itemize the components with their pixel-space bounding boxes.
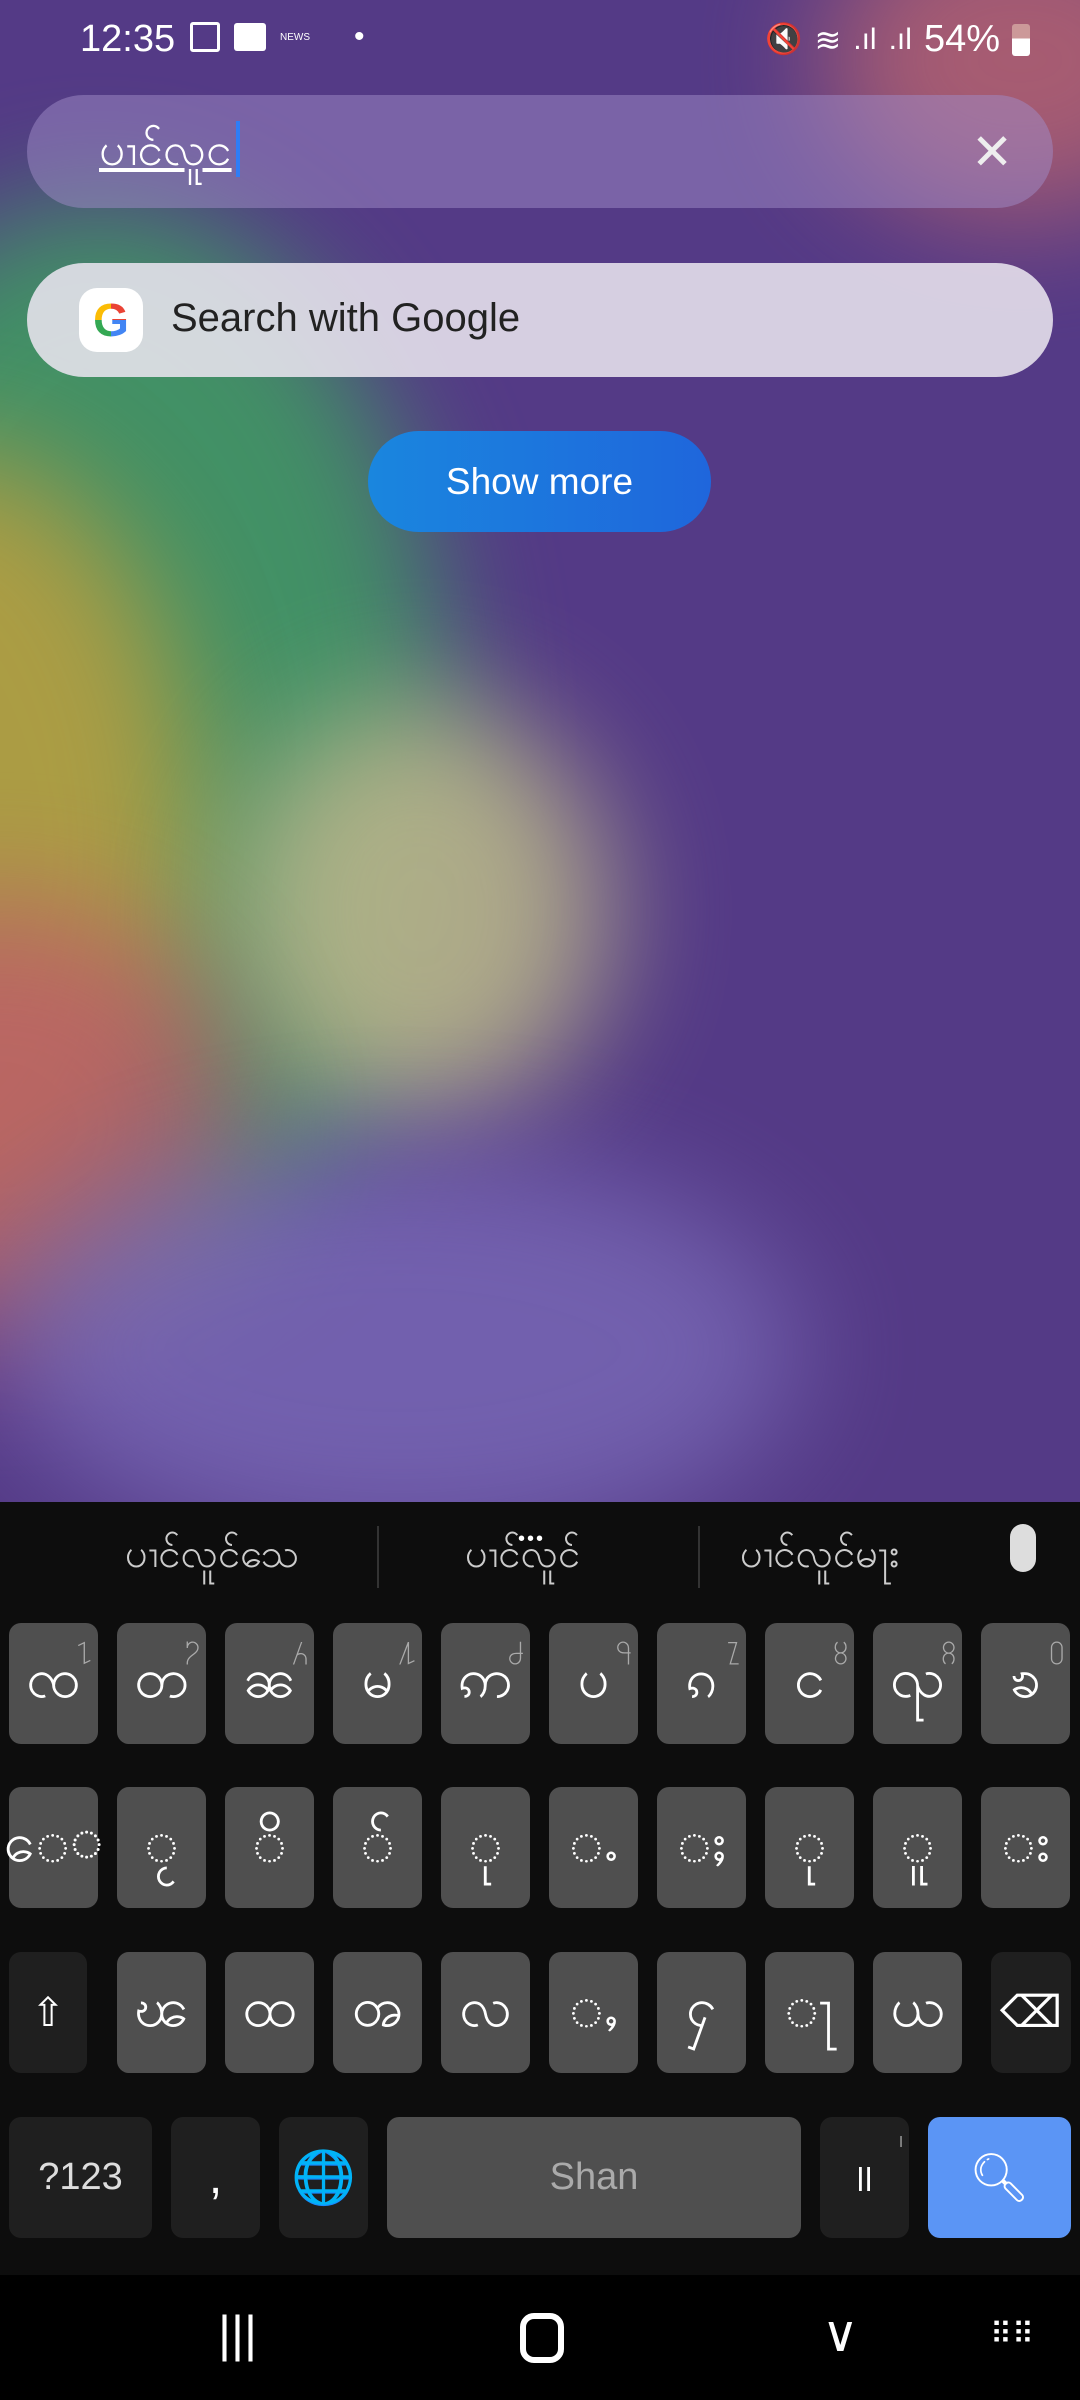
backspace-key[interactable]: ⌫ bbox=[991, 1952, 1071, 2073]
show-more-button[interactable]: Show more bbox=[368, 431, 711, 532]
wifi-icon: ≋ bbox=[814, 21, 842, 58]
home-button[interactable] bbox=[520, 2313, 564, 2363]
search-input[interactable]: ပၢင်လူင ✕ bbox=[27, 95, 1053, 208]
google-logo-icon: G bbox=[79, 288, 143, 352]
suggestion-item[interactable]: ပၢင်လူင်သေ bbox=[125, 1528, 299, 1587]
key[interactable]: ၶ႐ bbox=[981, 1623, 1070, 1744]
comma-key[interactable]: , bbox=[171, 2117, 260, 2238]
key[interactable]: ၵ႗ bbox=[657, 1623, 746, 1744]
key[interactable]: ◌ႂ bbox=[117, 1787, 206, 1908]
shift-key[interactable]: ⇧ bbox=[9, 1952, 87, 2073]
key[interactable]: ◌ႇ bbox=[549, 1952, 638, 2073]
key[interactable]: ယ bbox=[873, 1952, 962, 2073]
search-with-google-label: Search with Google bbox=[171, 296, 521, 340]
bbc-news-icon: NEWS bbox=[280, 31, 310, 43]
battery-level: 54% bbox=[923, 18, 1000, 60]
wallpaper bbox=[0, 0, 1080, 1502]
key[interactable]: ထ bbox=[225, 1952, 314, 2073]
keyboard-switch-icon[interactable]: ⠿⠿ bbox=[990, 2317, 1034, 2352]
key[interactable]: ေ◌ bbox=[4, 1787, 103, 1908]
key[interactable]: ◌် bbox=[333, 1787, 422, 1908]
more-suggestions-indicator[interactable]: ••• bbox=[518, 1528, 545, 1551]
key[interactable]: ◌ူ bbox=[873, 1787, 962, 1908]
search-key[interactable]: 🔍︎ bbox=[928, 2117, 1071, 2238]
divider bbox=[377, 1526, 379, 1588]
recents-button[interactable]: ||| bbox=[218, 2305, 257, 2363]
key[interactable]: တ႒ bbox=[117, 1623, 206, 1744]
message-icon bbox=[234, 23, 266, 51]
signal-icon: .ıl bbox=[853, 22, 877, 56]
key[interactable]: ႁ bbox=[657, 1952, 746, 2073]
key[interactable]: ဢ႕ bbox=[441, 1623, 530, 1744]
key[interactable]: ◌ႃ bbox=[765, 1952, 854, 2073]
backspace-icon: ⌫ bbox=[999, 1988, 1063, 2037]
hide-keyboard-button[interactable]: ∨ bbox=[822, 2305, 859, 2363]
language-key[interactable]: 🌐 bbox=[279, 2117, 368, 2238]
key[interactable]: ပ႖ bbox=[549, 1623, 638, 1744]
navigation-bar: ||| ∨ ⠿⠿ bbox=[0, 2275, 1080, 2400]
key[interactable]: ၺ႙ bbox=[873, 1623, 962, 1744]
key[interactable]: င႘ bbox=[765, 1623, 854, 1744]
dot-icon: • bbox=[354, 20, 365, 53]
key[interactable]: ၽ bbox=[117, 1952, 206, 2073]
search-icon: 🔍︎ bbox=[969, 2152, 1030, 2205]
signal-icon: .ıl bbox=[888, 22, 912, 56]
close-icon[interactable]: ✕ bbox=[971, 123, 1013, 181]
key[interactable]: မ႔ bbox=[333, 1623, 422, 1744]
space-key[interactable]: Shan bbox=[387, 2117, 801, 2238]
key[interactable]: ◌ႉ bbox=[549, 1787, 638, 1908]
key[interactable]: ၸ႑ bbox=[9, 1623, 98, 1744]
key[interactable]: လ bbox=[441, 1952, 530, 2073]
search-query[interactable]: ပၢင်လူင bbox=[99, 121, 240, 177]
globe-icon: 🌐 bbox=[291, 2149, 356, 2207]
key[interactable]: ၼ႓ bbox=[225, 1623, 314, 1744]
suggestion-bar: ပၢင်လူင်သေ ပၢင်လူင် ••• ပၢင်လူင်မႃး bbox=[0, 1502, 1080, 1610]
key[interactable]: ၻ bbox=[333, 1952, 422, 2073]
microphone-icon[interactable] bbox=[1010, 1524, 1036, 1572]
gallery-icon bbox=[190, 22, 220, 52]
divider bbox=[698, 1526, 700, 1588]
key[interactable]: ◌ု bbox=[765, 1787, 854, 1908]
search-with-google-button[interactable]: G Search with Google bbox=[27, 263, 1053, 377]
mute-vibrate-icon: 🔇 bbox=[765, 23, 803, 56]
key[interactable]: ◌ု bbox=[441, 1787, 530, 1908]
suggestion-item[interactable]: ပၢင်လူင်မႃး bbox=[740, 1528, 899, 1587]
section-mark-key[interactable]: ။၊ bbox=[820, 2117, 909, 2238]
keyboard: ပၢင်လူင်သေ ပၢင်လူင် ••• ပၢင်လူင်မႃး ၸ႑တ႒… bbox=[0, 1502, 1080, 2275]
key[interactable]: ◌ိ bbox=[225, 1787, 314, 1908]
status-bar: 12:35 NEWS • 🔇 ≋ .ıl .ıl 54% bbox=[0, 0, 1080, 80]
symbols-key[interactable]: ?123 bbox=[9, 2117, 152, 2238]
shift-icon: ⇧ bbox=[31, 1990, 65, 2035]
key[interactable]: ◌ႈ bbox=[657, 1787, 746, 1908]
clock: 12:35 bbox=[80, 18, 176, 60]
key[interactable]: ◌း bbox=[981, 1787, 1070, 1908]
battery-icon bbox=[1012, 23, 1030, 56]
